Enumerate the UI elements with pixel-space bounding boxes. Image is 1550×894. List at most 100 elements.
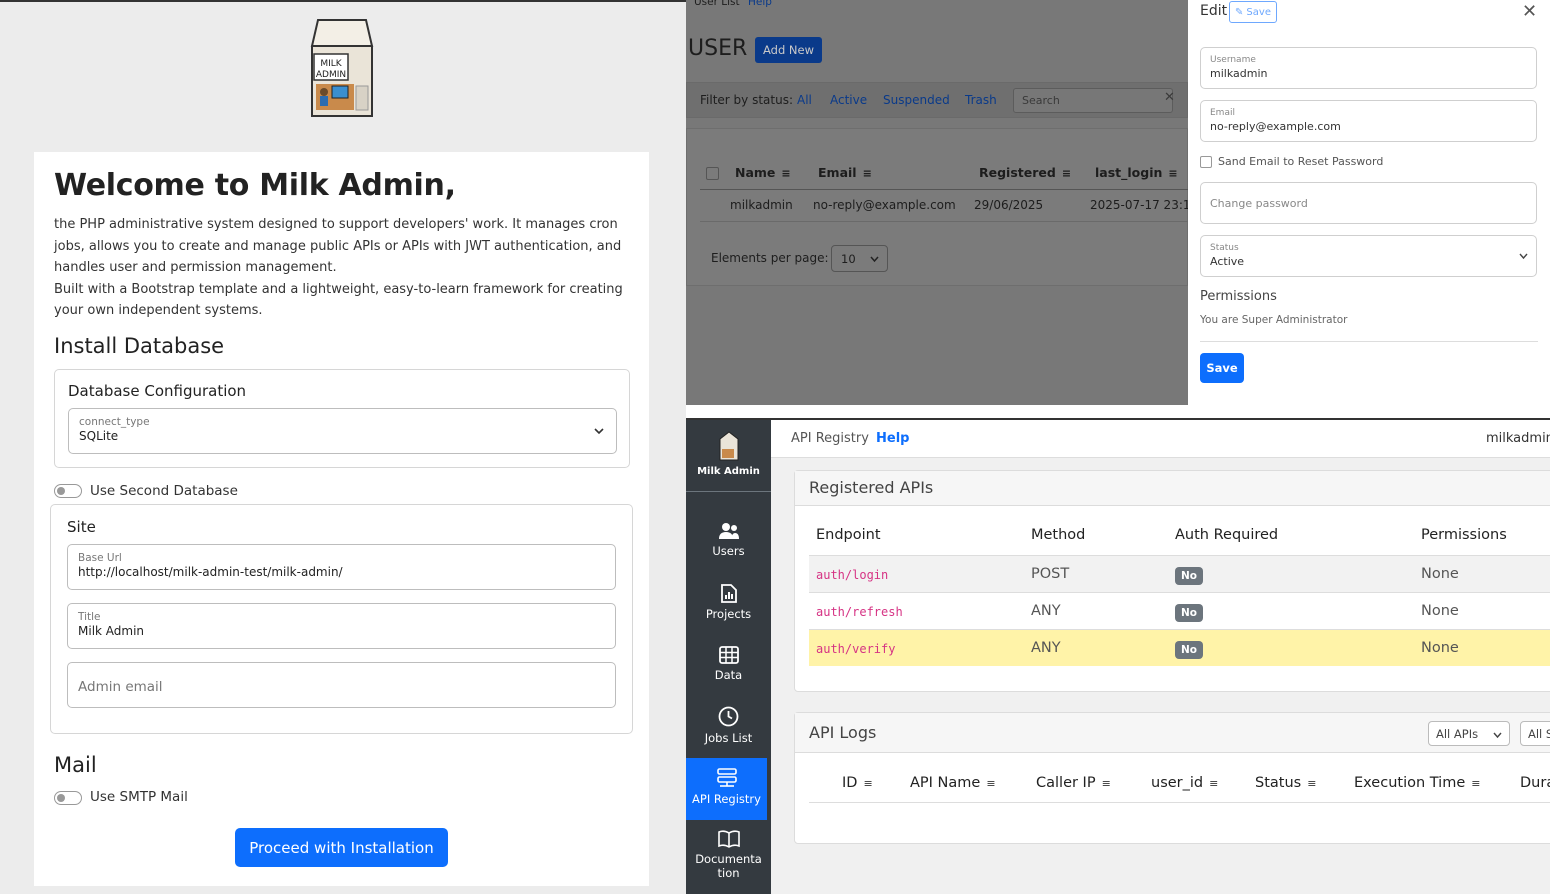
change-password-placeholder: Change password bbox=[1210, 197, 1308, 210]
row-divider bbox=[700, 221, 1189, 222]
status-value: Active bbox=[1210, 255, 1245, 268]
site-fieldset: Site Base Url http://localhost/milk-admi… bbox=[50, 504, 633, 734]
admin-email-placeholder: Admin email bbox=[78, 679, 163, 695]
sidebar-item-jobs-list[interactable]: Jobs List bbox=[686, 706, 771, 745]
api-registry-panel: Milk Admin Users Projects Data Jobs List… bbox=[686, 418, 1550, 894]
search-placeholder: Search bbox=[1022, 94, 1060, 107]
close-icon[interactable]: ✕ bbox=[1522, 1, 1537, 22]
auth-badge: No bbox=[1175, 567, 1204, 585]
col-auth-required: Auth Required bbox=[1175, 527, 1279, 543]
per-page-value: 10 bbox=[841, 252, 856, 266]
base-url-value: http://localhost/milk-admin-test/milk-ad… bbox=[78, 565, 343, 579]
filter-bar: Filter by status: All Active Suspended T… bbox=[686, 82, 1188, 118]
install-database-heading: Install Database bbox=[54, 334, 225, 358]
edit-title: Edit bbox=[1200, 3, 1228, 19]
status-filter-select[interactable]: All S bbox=[1520, 721, 1550, 746]
edit-user-offcanvas: Edit ✎ Save ✕ Username milkadmin Email no… bbox=[1188, 0, 1550, 405]
email-label: Email bbox=[1210, 108, 1235, 118]
sidebar-item-api-registry[interactable]: API Registry bbox=[686, 758, 767, 820]
sidebar-api-registry-content: API Registry bbox=[686, 768, 767, 806]
help-link[interactable]: Help bbox=[876, 431, 909, 446]
filter-active[interactable]: Active bbox=[830, 93, 867, 107]
log-col-id[interactable]: ID ≡ bbox=[842, 775, 873, 791]
user-list-help-link[interactable]: Help bbox=[748, 0, 772, 8]
auth-badge: No bbox=[1175, 604, 1204, 622]
base-url-label: Base Url bbox=[78, 552, 122, 564]
sidebar-divider bbox=[686, 491, 771, 492]
col-endpoint: Endpoint bbox=[816, 527, 881, 543]
user-table-card: Name ≡ Email ≡ Registered ≡ last_login ≡ mil… bbox=[686, 128, 1191, 286]
log-col-execution-time[interactable]: Execution Time ≡ bbox=[1354, 775, 1480, 791]
filter-suspended[interactable]: Suspended bbox=[883, 93, 950, 107]
add-new-button[interactable]: Add New bbox=[755, 37, 822, 63]
per-page-label: Elements per page: bbox=[711, 251, 829, 265]
email-field[interactable]: Email no-reply@example.com bbox=[1200, 100, 1537, 142]
status-select[interactable]: Status Active bbox=[1200, 235, 1537, 277]
log-col-api-name[interactable]: API Name ≡ bbox=[910, 775, 996, 791]
row-method: ANY bbox=[1031, 640, 1061, 656]
user-menu[interactable]: milkadmin bbox=[1486, 431, 1550, 446]
title-label: Title bbox=[78, 611, 101, 623]
api-logs-title: API Logs bbox=[809, 723, 877, 742]
title-value: Milk Admin bbox=[78, 624, 145, 638]
search-clear-icon[interactable]: ✕ bbox=[1164, 90, 1175, 105]
chevron-down-icon bbox=[594, 428, 604, 435]
api-registry-breadcrumb[interactable]: API Registry bbox=[791, 431, 869, 446]
log-col-status[interactable]: Status ≡ bbox=[1255, 775, 1316, 791]
sidebar-item-projects[interactable]: Projects bbox=[686, 584, 771, 621]
sidebar-label-jobs-list: Jobs List bbox=[704, 731, 753, 745]
sidebar: Milk Admin Users Projects Data Jobs List… bbox=[686, 420, 771, 894]
sidebar-label-documentation: Documentation bbox=[695, 852, 762, 880]
connect-type-select[interactable]: connect_type SQLite bbox=[68, 408, 617, 454]
sidebar-label-users: Users bbox=[712, 544, 745, 558]
select-all-checkbox[interactable] bbox=[706, 167, 719, 180]
search-input[interactable]: Search ✕ bbox=[1013, 88, 1175, 113]
second-database-toggle[interactable] bbox=[54, 484, 82, 498]
per-page-select[interactable]: 10 bbox=[831, 245, 888, 272]
change-password-field[interactable]: Change password bbox=[1200, 182, 1537, 224]
users-icon bbox=[718, 523, 739, 539]
reset-password-checkbox[interactable] bbox=[1200, 156, 1212, 168]
sidebar-label-api-registry: API Registry bbox=[692, 792, 761, 806]
table-header-divider bbox=[700, 189, 1189, 190]
title-field[interactable]: Title Milk Admin bbox=[67, 603, 616, 649]
file-chart-icon bbox=[720, 584, 737, 603]
table-row-highlighted: auth/verify ANY No None bbox=[809, 629, 1550, 666]
sidebar-item-documentation[interactable]: Documentation bbox=[686, 830, 771, 880]
intro-paragraph-1: the PHP administrative system designed t… bbox=[54, 217, 622, 275]
base-url-field[interactable]: Base Url http://localhost/milk-admin-tes… bbox=[67, 544, 616, 590]
sidebar-item-data[interactable]: Data bbox=[686, 646, 771, 682]
save-user-button[interactable]: Save bbox=[1200, 353, 1244, 383]
proceed-installation-button[interactable]: Proceed with Installation bbox=[235, 828, 448, 867]
milk-carton-logo: MILK ADMIN bbox=[310, 19, 374, 117]
clock-icon bbox=[718, 706, 739, 727]
column-registered[interactable]: Registered ≡ bbox=[979, 165, 1071, 180]
sidebar-brand[interactable]: Milk Admin bbox=[686, 430, 771, 477]
chevron-down-icon bbox=[1519, 253, 1528, 260]
username-label: Username bbox=[1210, 55, 1256, 65]
edit-save-small-button[interactable]: ✎ Save bbox=[1229, 1, 1277, 23]
column-name[interactable]: Name ≡ bbox=[735, 165, 791, 180]
chevron-down-icon bbox=[870, 256, 879, 263]
admin-email-field[interactable]: Admin email bbox=[67, 662, 616, 708]
connect-type-value: SQLite bbox=[79, 429, 119, 443]
row-permissions: None bbox=[1421, 603, 1459, 619]
log-col-duration[interactable]: Dura bbox=[1520, 775, 1550, 791]
column-email[interactable]: Email ≡ bbox=[818, 165, 872, 180]
user-list-breadcrumb[interactable]: User List bbox=[694, 0, 740, 8]
filter-trash[interactable]: Trash bbox=[965, 93, 997, 107]
user-list-backdrop: User List Help USER Add New Filter by st… bbox=[686, 0, 1191, 405]
row-last-login: 2025-07-17 23:1 bbox=[1090, 198, 1191, 212]
log-col-user-id[interactable]: user_id ≡ bbox=[1151, 775, 1218, 791]
sidebar-item-users[interactable]: Users bbox=[686, 522, 771, 558]
column-last-login[interactable]: last_login ≡ bbox=[1095, 165, 1178, 180]
row-endpoint: auth/refresh bbox=[816, 605, 903, 619]
status-label: Status bbox=[1210, 243, 1239, 253]
api-filter-select[interactable]: All APIs bbox=[1428, 721, 1510, 746]
auth-badge: No bbox=[1175, 641, 1204, 659]
api-filter-value: All APIs bbox=[1436, 727, 1479, 741]
log-col-caller-ip[interactable]: Caller IP ≡ bbox=[1036, 775, 1111, 791]
filter-all[interactable]: All bbox=[797, 93, 812, 107]
smtp-toggle[interactable] bbox=[54, 791, 82, 805]
username-field[interactable]: Username milkadmin bbox=[1200, 47, 1537, 89]
